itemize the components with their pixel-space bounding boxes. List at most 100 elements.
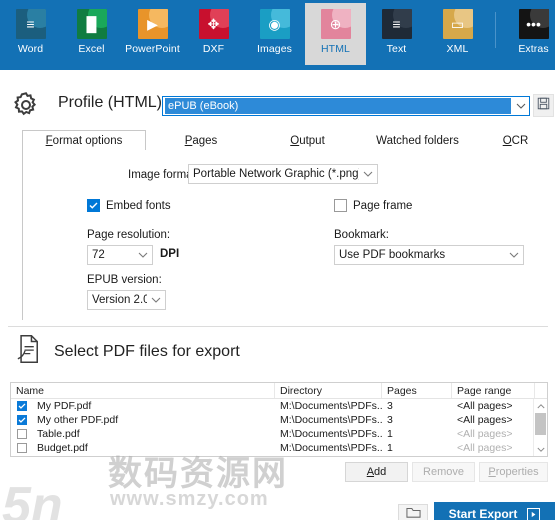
text-lines-icon: ≡ xyxy=(381,9,412,39)
properties-button-label: Properties xyxy=(488,466,539,478)
table-row[interactable]: My PDF.pdf M:\Documents\PDFs... 3 <All page… xyxy=(11,399,547,413)
chevron-down-icon xyxy=(134,252,152,259)
image-format-select[interactable]: Portable Network Graphic (*.png) xyxy=(188,164,378,184)
options-tabs: Format options Pages Output Watched folders… xyxy=(22,129,555,151)
excel-chart-icon: █ xyxy=(76,9,107,39)
cell-directory: M:\Documents\PDFs... xyxy=(280,428,382,440)
chevron-down-icon[interactable] xyxy=(512,97,529,115)
start-export-label: Start Export xyxy=(448,507,518,520)
cell-pages: 3 xyxy=(387,400,393,412)
embed-fonts-checkbox[interactable] xyxy=(87,199,100,212)
toolbar-item-images[interactable]: ◉ Images xyxy=(244,3,305,65)
dpi-unit-label: DPI xyxy=(160,248,180,260)
image-format-value: Portable Network Graphic (*.png) xyxy=(193,168,359,180)
cell-name: My PDF.pdf xyxy=(37,400,92,412)
cell-name: Budget.pdf xyxy=(37,442,88,454)
scrollbar-thumb[interactable] xyxy=(535,413,546,435)
folder-icon xyxy=(405,506,421,520)
toolbar-item-word[interactable]: ≡ Word xyxy=(0,3,61,65)
cell-directory: M:\Documents\PDFs... xyxy=(280,400,382,412)
column-header-directory[interactable]: Directory xyxy=(275,383,382,398)
gear-icon[interactable] xyxy=(11,90,41,125)
profile-select[interactable]: ePUB (eBook) xyxy=(162,96,530,116)
cell-page-range: <All pages> xyxy=(457,442,513,454)
remove-button-label: Remove xyxy=(423,466,464,478)
tab-output[interactable]: Output xyxy=(256,130,359,151)
embed-fonts-checkbox-row[interactable]: Embed fonts xyxy=(87,199,171,212)
table-row[interactable]: My other PDF.pdf M:\Documents\PDFs... 3 <Al… xyxy=(11,413,547,427)
file-list-header: Name Directory Pages Page range xyxy=(11,383,547,399)
tab-watched-folders[interactable]: Watched folders xyxy=(359,130,476,151)
column-header-pages[interactable]: Pages xyxy=(382,383,452,398)
toolbar-item-label: Images xyxy=(256,43,293,55)
chevron-up-icon[interactable] xyxy=(534,399,547,412)
cell-directory: M:\Documents\PDFs... xyxy=(280,414,382,426)
embed-fonts-label: Embed fonts xyxy=(106,199,171,212)
add-button[interactable]: Add xyxy=(345,462,408,482)
tab-label: Pages xyxy=(184,134,218,147)
cell-page-range: <All pages> xyxy=(457,400,513,412)
file-list-scrollbar[interactable] xyxy=(533,399,547,456)
epub-version-select[interactable]: Version 2.01 xyxy=(87,290,166,310)
epub-version-value: Version 2.01 xyxy=(92,294,147,306)
pdf-export-window: ≡ Word █ Excel ▶ PowerPoint ✥ DXF ◉ Images ⊕ HTML ≡ T… xyxy=(0,0,555,520)
toolbar-item-label: HTML xyxy=(321,43,350,55)
epub-version-label: EPUB version: xyxy=(87,274,162,286)
start-export-button[interactable]: Start Export xyxy=(434,502,555,520)
bookmark-select[interactable]: Use PDF bookmarks xyxy=(334,245,524,265)
chevron-down-icon xyxy=(359,171,377,178)
toolbar-item-label: Excel xyxy=(78,43,105,55)
page-frame-checkbox[interactable] xyxy=(334,199,347,212)
row-checkbox[interactable] xyxy=(17,429,27,439)
row-checkbox[interactable] xyxy=(17,401,27,411)
column-header-page-range[interactable]: Page range xyxy=(452,383,535,398)
cell-name: My other PDF.pdf xyxy=(37,414,119,426)
toolbar-item-html[interactable]: ⊕ HTML xyxy=(305,3,366,65)
cell-name: Table.pdf xyxy=(37,428,80,440)
page-frame-checkbox-row[interactable]: Page frame xyxy=(334,199,412,212)
toolbar-item-excel[interactable]: █ Excel xyxy=(61,3,122,65)
bookmark-label: Bookmark: xyxy=(334,229,389,241)
images-camera-icon: ◉ xyxy=(259,9,290,39)
file-section-header: Select PDF files for export xyxy=(14,334,240,369)
toolbar-item-powerpoint[interactable]: ▶ PowerPoint xyxy=(122,3,183,65)
word-doc-icon: ≡ xyxy=(15,9,46,39)
tab-label: OCR xyxy=(502,134,529,147)
toolbar-item-text[interactable]: ≡ Text xyxy=(366,3,427,65)
tab-ocr[interactable]: OCR xyxy=(476,130,555,151)
html-globe-icon: ⊕ xyxy=(320,9,351,39)
page-resolution-select[interactable]: 72 xyxy=(87,245,153,265)
column-header-name[interactable]: Name xyxy=(11,383,275,398)
toolbar-item-label: Extras xyxy=(518,43,549,55)
toolbar-item-dxf[interactable]: ✥ DXF xyxy=(183,3,244,65)
table-row[interactable]: Budget.pdf M:\Documents\PDFs... 1 <All page… xyxy=(11,441,547,455)
toolbar-item-label: Word xyxy=(17,43,44,55)
pdf-file-icon xyxy=(14,334,42,369)
chevron-down-icon[interactable] xyxy=(534,443,547,456)
toolbar-item-xml[interactable]: ▭ XML xyxy=(427,3,488,65)
table-row[interactable]: Table.pdf M:\Documents\PDFs... 1 <All pages… xyxy=(11,427,547,441)
file-section-title: Select PDF files for export xyxy=(54,342,240,360)
tab-pages[interactable]: Pages xyxy=(146,130,256,151)
section-divider xyxy=(8,326,548,327)
profile-row: Profile (HTML): ePUB (eBook) xyxy=(0,84,555,126)
profile-label: Profile (HTML): xyxy=(58,94,167,111)
save-profile-button[interactable] xyxy=(533,94,554,117)
pdf-file-list[interactable]: Name Directory Pages Page range My PDF.pdf M… xyxy=(10,382,548,457)
play-icon xyxy=(527,507,541,520)
xml-page-icon: ▭ xyxy=(442,9,473,39)
add-button-label: Add xyxy=(366,466,387,478)
tab-format-options[interactable]: Format options xyxy=(22,130,146,151)
row-checkbox[interactable] xyxy=(17,443,27,453)
page-frame-label: Page frame xyxy=(353,199,413,212)
toolbar-item-label: DXF xyxy=(202,43,225,55)
format-toolbar: ≡ Word █ Excel ▶ PowerPoint ✥ DXF ◉ Images ⊕ HTML ≡ T… xyxy=(0,0,555,70)
properties-button: Properties xyxy=(479,462,548,482)
chevron-down-icon xyxy=(147,297,165,304)
row-checkbox[interactable] xyxy=(17,415,27,425)
toolbar-item-extras[interactable]: ••• Extras xyxy=(503,3,555,65)
toolbar-item-label: Text xyxy=(386,43,407,55)
watermark-url: www.smzy.com xyxy=(110,488,269,510)
open-folder-button[interactable] xyxy=(398,504,428,520)
tab-label: Format options xyxy=(45,134,123,147)
